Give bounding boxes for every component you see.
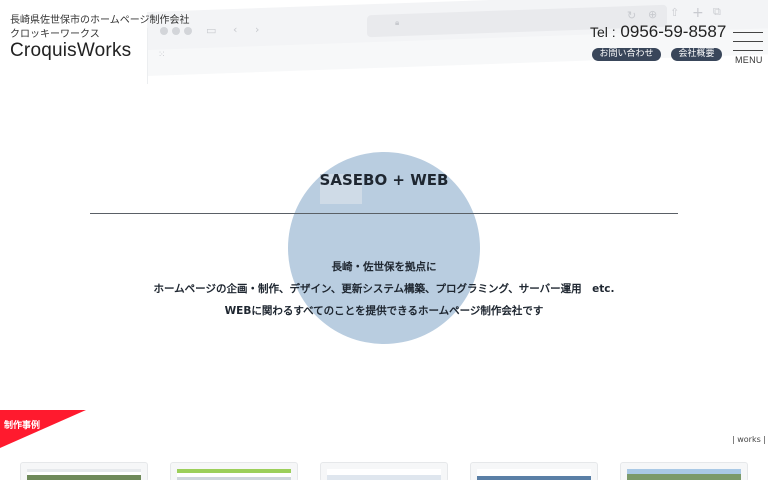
about-button[interactable]: 会社概要 [671, 48, 722, 61]
brand-katakana: クロッキーワークス [10, 29, 100, 40]
works-ribbon: 制作事例 [0, 410, 88, 450]
brand-tagline: 長崎県佐世保市のホームページ制作会社 [10, 15, 190, 26]
traffic-light-icon [184, 27, 192, 35]
traffic-light-icon [172, 27, 180, 35]
work-thumbnail[interactable] [320, 462, 448, 480]
new-tab-icon: + [692, 5, 704, 21]
traffic-light-icon [160, 27, 168, 35]
hamburger-menu-icon [733, 32, 763, 33]
tabs-icon: ⧉ [713, 5, 721, 18]
work-thumbnail[interactable] [470, 462, 598, 480]
lock-icon: 🔒︎ [395, 18, 400, 27]
work-thumbnail[interactable] [620, 462, 748, 480]
menu-button[interactable]: MENU [733, 30, 763, 68]
share-icon: ⇧ [670, 6, 680, 19]
tel-label: Tel : [590, 24, 616, 40]
works-ribbon-label: 制作事例 [4, 421, 41, 431]
phone-number[interactable]: Tel : 0956-59-8587 [590, 22, 726, 42]
site-logo[interactable]: CroquisWorks [10, 40, 131, 62]
hero-title: SASEBO + WEB [319, 171, 449, 189]
forward-arrow-icon: › [255, 23, 260, 36]
hero-divider [90, 213, 678, 214]
hamburger-line [733, 41, 763, 42]
sidebar-icon: ▭ [206, 24, 217, 37]
mockup-divider [147, 28, 148, 84]
work-thumbnail[interactable] [170, 462, 298, 480]
menu-label: MENU [735, 55, 763, 65]
tel-number: 0956-59-8587 [620, 22, 727, 41]
reload-icon: ↻ [627, 9, 637, 22]
hero-text-line1: 長崎・佐世保を拠点に [331, 261, 437, 273]
hero-text-line3: WEBに関わるすべてのことを提供できるホームページ制作会社です [224, 305, 544, 317]
download-icon: ⊕ [648, 8, 658, 21]
hero-text-line2: ホームページの企画・制作、デザイン、更新システム構築、プログラミング、サーバー運… [153, 283, 615, 295]
grid-icon: ⁙ [158, 50, 166, 60]
contact-button[interactable]: お問い合わせ [592, 48, 661, 61]
work-thumbnail[interactable] [20, 462, 148, 480]
hamburger-line [733, 50, 763, 51]
back-arrow-icon: ‹ [233, 23, 238, 36]
browser-mockup-background: ▭ ‹ › 🔒︎ ↻ ⊕ ⇧ + ⧉ ⁙ [147, 0, 768, 88]
works-link[interactable]: | works | [732, 435, 766, 444]
